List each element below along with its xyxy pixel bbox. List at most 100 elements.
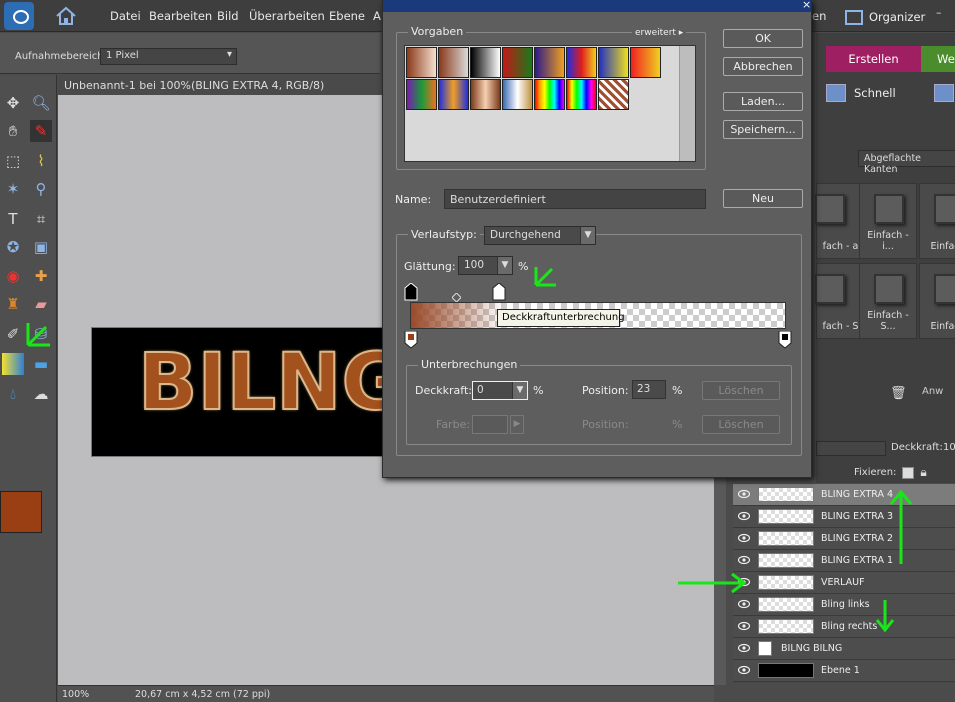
gradient-preset-swatch[interactable] [502,79,533,110]
zoom-level[interactable]: 100% [62,689,89,700]
chevron-down-icon[interactable]: ▼ [512,382,527,399]
load-button[interactable]: Laden... [723,92,803,111]
apply-button[interactable]: Anw [922,386,943,397]
gradient-preset-swatch[interactable] [566,47,597,78]
menu-datei[interactable]: Datei [110,9,141,23]
name-field[interactable]: Benutzerdefiniert [444,189,706,209]
stamp-tool-icon[interactable]: ♜ [2,293,24,315]
menu-ebene[interactable]: Ebene [329,9,365,23]
gradient-preset-swatch[interactable] [470,47,501,78]
magic-wand-icon[interactable]: ✶ [2,178,24,200]
lock-transparency-icon[interactable] [902,466,915,479]
gradient-tool-icon[interactable] [2,353,24,375]
marquee-tool-icon[interactable]: ⬚ [2,150,24,172]
eye-icon[interactable] [738,489,750,499]
smoothness-select[interactable]: 100 ▼ [458,256,513,275]
shape-tool-icon[interactable]: ▬ [30,353,52,375]
gradient-preset-swatch[interactable] [406,47,437,78]
sample-size-select[interactable]: 1 Pixel [100,48,237,65]
presets-scrollbar[interactable] [679,46,695,161]
gradient-preset-swatch[interactable] [470,79,501,110]
layer-opacity-value[interactable]: 10 [943,442,955,453]
foreground-color-swatch[interactable] [0,491,42,533]
delete-opacity-stop-button[interactable]: Löschen [702,381,780,400]
menu-right-partial[interactable]: en [812,9,826,23]
minimize-button[interactable]: – [936,6,942,19]
delete-color-stop-button[interactable]: Löschen [702,415,780,434]
new-button[interactable]: Neu [723,189,803,208]
red-eye-icon[interactable]: ◉ [2,265,24,287]
schnell-mode-button[interactable]: Schnell [826,84,954,102]
eye-icon[interactable] [738,533,750,543]
lasso-tool-icon[interactable]: ⌇ [30,150,52,172]
midpoint-diamond[interactable] [452,293,461,302]
eye-icon[interactable] [738,599,750,609]
gradient-preset-swatch[interactable] [534,47,565,78]
close-icon[interactable]: × [802,0,811,11]
gradient-preset-swatch[interactable] [598,79,629,110]
layer-row[interactable]: BLING EXTRA 4 [733,484,955,506]
layer-row[interactable]: Bling links [733,594,955,616]
organizer-button[interactable]: Organizer [845,8,925,26]
style-thumbnail[interactable]: Einfach - i... [859,183,917,259]
home-icon[interactable] [55,5,77,27]
crop-tool-icon[interactable]: ⌗ [30,208,52,230]
sponge-tool-icon[interactable]: ☁ [30,383,52,405]
erweitert-menu[interactable]: erweitert ▸ [632,28,687,38]
tab-erstellen[interactable]: Erstellen [826,46,921,72]
layer-row[interactable]: Bling rechts [733,616,955,638]
zoom-tool-icon[interactable]: 🔍︎ [30,92,52,114]
eye-icon[interactable] [738,555,750,565]
healing-brush-icon[interactable]: ✚ [30,265,52,287]
eraser-tool-icon[interactable]: ▰ [30,293,52,315]
cancel-button[interactable]: Abbrechen [723,57,803,76]
eye-icon[interactable] [738,621,750,631]
position-input[interactable]: 23 [632,380,666,399]
menu-partial[interactable]: A [373,9,381,23]
blur-tool-icon[interactable]: 💧︎ [2,383,24,405]
menu-bild[interactable]: Bild [217,9,239,23]
tab-werkzeuge[interactable]: Wer [921,46,955,72]
color-stop-left[interactable] [404,331,418,349]
gradient-preset-swatch[interactable] [406,79,437,110]
gradient-preset-swatch[interactable] [502,47,533,78]
color-menu-arrow-icon[interactable]: ▶ [510,415,524,434]
brush-tool-icon[interactable]: ✐ [2,323,24,345]
hand-tool-icon[interactable]: ✋︎ [2,120,24,142]
layer-row[interactable]: BILNG BILNG [733,638,955,660]
lock-icon[interactable]: 🔒︎ [920,465,926,480]
opacity-stop-selected[interactable] [492,283,506,301]
layer-row[interactable]: Ebene 1 [733,660,955,682]
eye-icon[interactable] [738,511,750,521]
text-tool-icon[interactable]: T [2,208,24,230]
quick-selection-icon[interactable]: ⚲ [30,178,52,200]
menu-ueberarbeiten[interactable]: Überarbeiten [249,9,325,23]
opacity-stop-left[interactable] [404,283,418,301]
document-tab[interactable]: Unbenannt-1 bei 100%(BLING EXTRA 4, RGB/… [58,75,382,95]
trash-icon[interactable]: 🗑︎ [890,386,907,401]
straighten-icon[interactable]: ▣ [30,236,52,258]
style-thumbnail[interactable]: Einfach [919,263,955,339]
ok-button[interactable]: OK [723,29,803,48]
style-thumbnail[interactable]: Einfach [919,183,955,259]
layer-row[interactable]: BLING EXTRA 3 [733,506,955,528]
document-canvas[interactable]: BILNG [91,327,383,457]
style-thumbnail[interactable]: Einfach - S... [859,263,917,339]
layer-row[interactable]: VERLAUF [733,572,955,594]
blend-mode-select[interactable] [816,441,886,456]
menu-bearbeiten[interactable]: Bearbeiten [149,9,212,23]
layer-row[interactable]: BLING EXTRA 2 [733,528,955,550]
gradient-preset-swatch[interactable] [438,47,469,78]
color-swatch-field[interactable] [472,415,508,434]
layer-row[interactable]: BLING EXTRA 1 [733,550,955,572]
gradient-preset-swatch[interactable] [534,79,565,110]
save-button[interactable]: Speichern... [723,120,803,139]
gradient-preset-swatch[interactable] [566,79,597,110]
gradient-preset-swatch[interactable] [630,47,661,78]
effects-category-select[interactable]: Abgeflachte Kanten [858,150,955,175]
eye-icon[interactable] [738,643,750,653]
eye-icon[interactable] [738,665,750,675]
gradient-preset-swatch[interactable] [438,79,469,110]
gradient-preset-swatch[interactable] [598,47,629,78]
opacity-input[interactable]: 0 ▼ [472,381,528,400]
